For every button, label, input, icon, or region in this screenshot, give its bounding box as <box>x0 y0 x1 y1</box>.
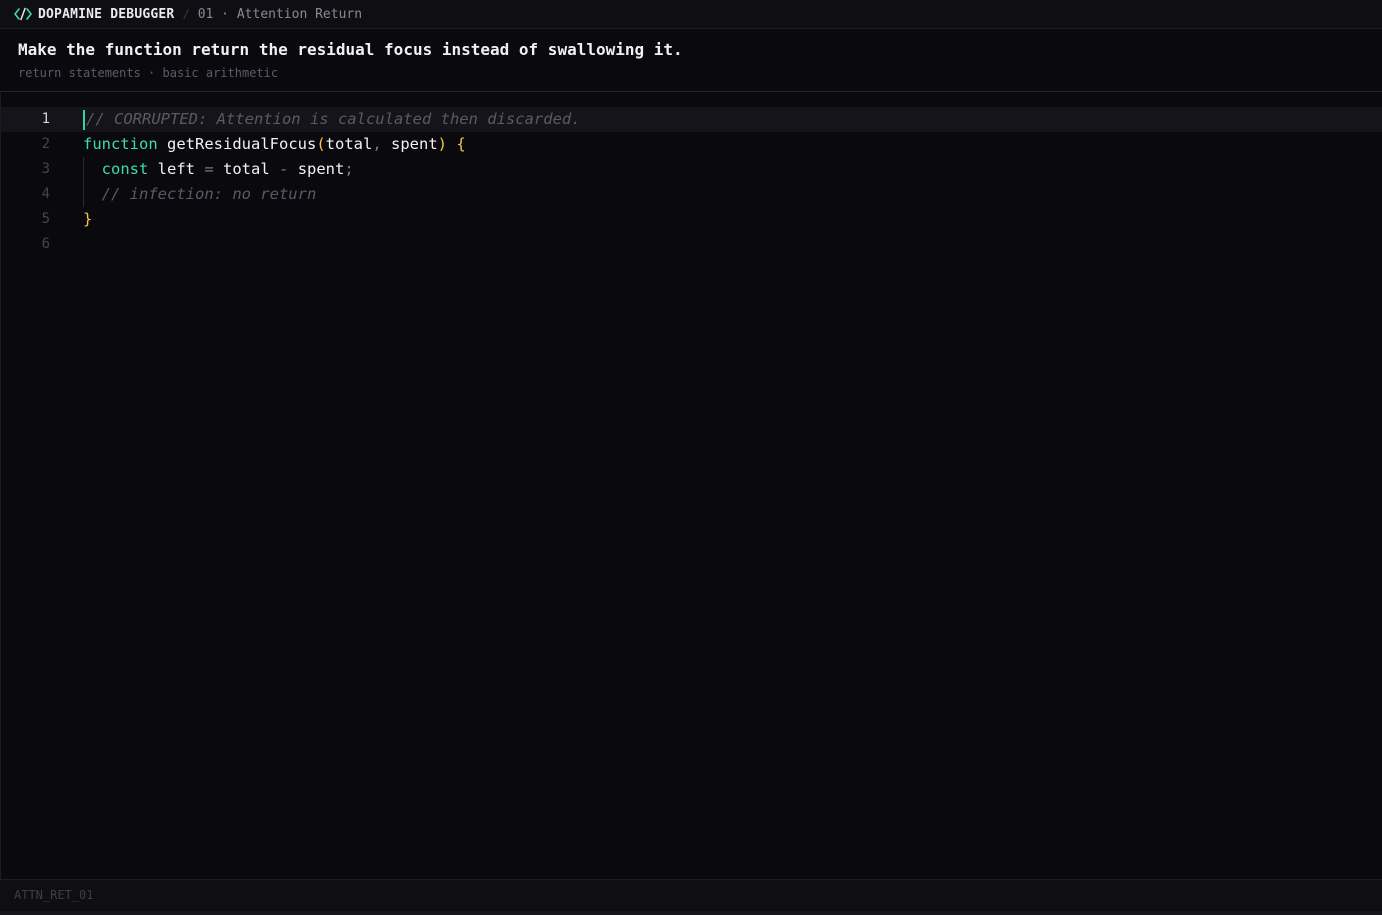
bottom-strip <box>0 911 1382 915</box>
line-number: 6 <box>41 236 50 252</box>
code-line[interactable]: 1 // CORRUPTED: Attention is calculated t… <box>1 107 1382 132</box>
line-text: const left = total - spent; <box>83 157 354 182</box>
line-text: } <box>83 207 92 232</box>
line-text: // infection: no return <box>83 182 317 207</box>
code-token: const <box>101 160 149 178</box>
code-line[interactable]: 6 <box>1 232 1382 257</box>
line-number: 5 <box>41 211 50 227</box>
code-editor[interactable]: 1 // CORRUPTED: Attention is calculated t… <box>0 93 1382 879</box>
line-text: function getResidualFocus(total, spent) … <box>83 132 466 157</box>
code-line[interactable]: 2 function getResidualFocus(total, spent)… <box>1 132 1382 157</box>
code-token: ) <box>437 135 448 153</box>
code-token: ; <box>344 160 354 178</box>
code-token: left <box>148 160 205 178</box>
code-line[interactable]: 4 // infection: no return <box>1 182 1382 207</box>
text-cursor <box>83 110 85 130</box>
code-token: // infection: no return <box>101 185 317 203</box>
code-token: ( <box>316 135 326 153</box>
code-token: total <box>213 160 280 178</box>
status-bar: ATTN_RET_01 <box>0 879 1382 911</box>
code-brackets-icon <box>14 7 32 21</box>
code-token: // CORRUPTED: Attention is calculated th… <box>86 110 581 128</box>
code-token: getResidualFocus <box>167 135 317 153</box>
task-title: Make the function return the residual fo… <box>18 40 683 59</box>
code-token: } <box>83 210 93 228</box>
line-number: 2 <box>41 136 50 152</box>
line-number: 1 <box>41 111 50 127</box>
task-panel: Make the function return the residual fo… <box>0 29 1382 92</box>
line-number: 4 <box>41 186 50 202</box>
code-token: - <box>279 160 289 178</box>
line-number: 3 <box>41 161 50 177</box>
top-bar: DOPAMINE DEBUGGER / 01 · Attention Retur… <box>0 0 1382 29</box>
code-token: spent <box>288 160 345 178</box>
app-title: DOPAMINE DEBUGGER <box>38 6 175 22</box>
code-line[interactable]: 5} <box>1 207 1382 232</box>
breadcrumb-separator: / <box>182 7 190 21</box>
code-token: , <box>372 135 382 153</box>
code-line[interactable]: 3 const left = total - spent; <box>1 157 1382 182</box>
task-tags: return statements · basic arithmetic <box>18 66 279 80</box>
breadcrumb-level[interactable]: 01 · Attention Return <box>198 7 362 22</box>
code-token: = <box>204 160 214 178</box>
level-id: ATTN_RET_01 <box>14 888 94 902</box>
code-token: spent <box>381 135 438 153</box>
code-token: function <box>83 135 158 153</box>
code-token: total <box>325 135 373 153</box>
line-text: // CORRUPTED: Attention is calculated th… <box>86 107 581 132</box>
code-token: { <box>456 135 466 153</box>
